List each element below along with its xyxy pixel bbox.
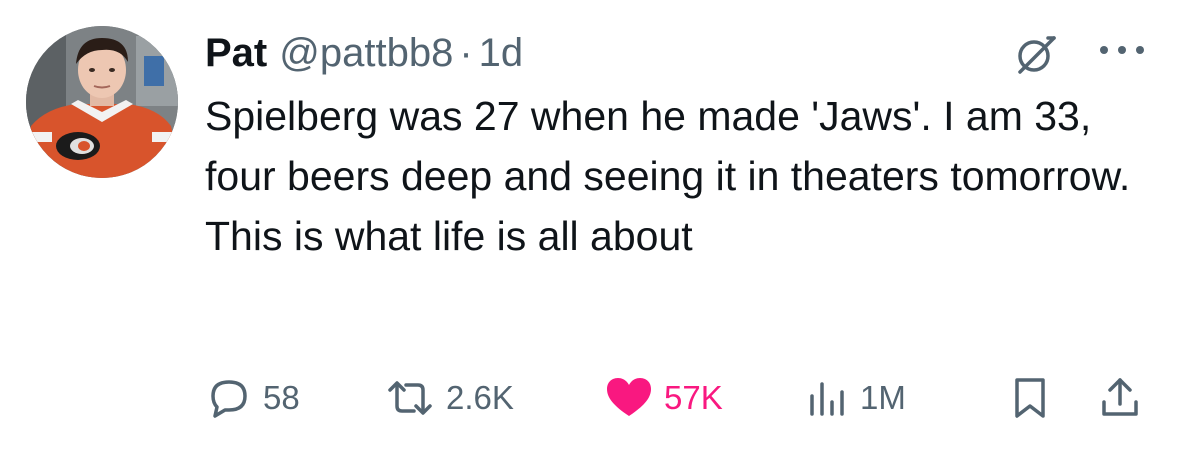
author-handle[interactable]: @pattbb8	[279, 28, 453, 78]
views-button[interactable]: 1M	[806, 370, 906, 426]
bookmark-icon	[1015, 378, 1045, 418]
views-count: 1M	[860, 379, 906, 416]
heart-icon	[607, 378, 651, 416]
timestamp[interactable]: 1d	[479, 28, 524, 78]
reply-button[interactable]: 58	[205, 370, 300, 426]
views-icon	[810, 382, 844, 416]
like-button[interactable]: 57K	[604, 370, 723, 426]
author-name[interactable]: Pat	[205, 28, 267, 78]
avatar[interactable]	[26, 26, 178, 178]
retweet-icon	[388, 381, 432, 415]
tweet[interactable]: Pat @pattbb8 · 1d Spielberg was 27 when …	[0, 0, 1179, 458]
more-icon[interactable]	[1096, 40, 1148, 60]
grok-icon[interactable]	[1014, 32, 1058, 76]
reply-count: 58	[263, 379, 300, 416]
action-bar: 58 2.6K 57K 1M	[0, 370, 1179, 426]
retweet-count: 2.6K	[446, 379, 514, 416]
tweet-text: Spielberg was 27 when he made 'Jaws'. I …	[205, 93, 1141, 259]
separator-dot: ·	[459, 31, 473, 75]
avatar-photo	[26, 26, 178, 178]
share-button[interactable]	[1098, 370, 1142, 426]
retweet-button[interactable]: 2.6K	[384, 370, 514, 426]
bookmark-button[interactable]	[1010, 370, 1050, 426]
share-icon	[1102, 378, 1138, 416]
reply-icon	[211, 380, 247, 418]
like-count: 57K	[664, 379, 723, 416]
tweet-header: Pat @pattbb8 · 1d	[205, 28, 523, 78]
